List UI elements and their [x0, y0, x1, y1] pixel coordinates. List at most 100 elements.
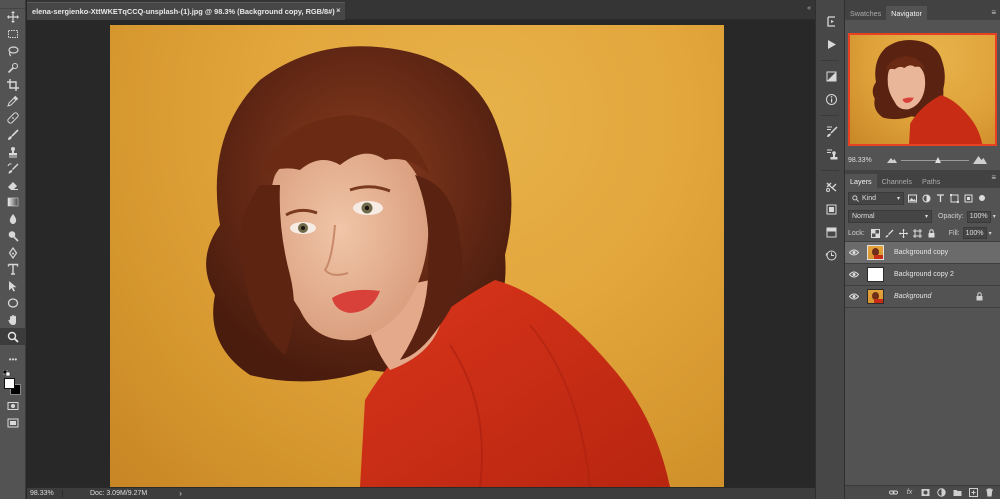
- eye-icon[interactable]: [845, 271, 863, 278]
- fill-field[interactable]: 100%: [962, 227, 987, 239]
- lock-transparent-pixels-button[interactable]: [869, 227, 883, 239]
- healing-tool[interactable]: [0, 110, 26, 127]
- default-colors-icon[interactable]: [3, 369, 11, 376]
- marquee-tool[interactable]: [0, 26, 26, 43]
- clone-stamp-tool[interactable]: [0, 143, 26, 160]
- clone-source-button[interactable]: [816, 143, 846, 166]
- zoom-in-mountain-icon[interactable]: [973, 155, 987, 164]
- blend-mode-select[interactable]: Normal ▾: [848, 210, 932, 223]
- tab-paths[interactable]: Paths: [917, 174, 945, 188]
- quick-mask-icon: [7, 402, 19, 411]
- adjustment-icon[interactable]: [937, 488, 946, 497]
- dodge-tool[interactable]: [0, 227, 26, 244]
- lock-artboard-button[interactable]: [911, 227, 925, 239]
- zoom-out-mountain-icon[interactable]: [887, 157, 897, 163]
- shape-tool[interactable]: [0, 295, 26, 312]
- history-brush-tool[interactable]: [0, 160, 26, 177]
- toolbar-grip[interactable]: [0, 0, 25, 9]
- mask-icon[interactable]: [921, 488, 930, 497]
- status-menu-arrow-icon[interactable]: ›: [179, 489, 182, 498]
- lock-image-pixels-button[interactable]: [883, 227, 897, 239]
- eye-icon[interactable]: [845, 249, 863, 256]
- type-icon: [937, 193, 944, 202]
- more-tools-icon: •••: [8, 354, 18, 364]
- layer-thumbnail[interactable]: [867, 289, 884, 304]
- tab-swatches[interactable]: Swatches: [845, 6, 886, 20]
- type-tool[interactable]: [0, 261, 26, 278]
- tab-channels[interactable]: Channels: [877, 174, 917, 188]
- hand-tool[interactable]: [0, 311, 26, 328]
- screen-mode-button[interactable]: [0, 415, 26, 432]
- layer-thumbnail[interactable]: [867, 245, 884, 260]
- filter-kind-select[interactable]: Kind ▾: [848, 191, 904, 205]
- history-panel-button[interactable]: [816, 10, 846, 33]
- filter-pixel-button[interactable]: [907, 193, 918, 204]
- blur-tool[interactable]: [0, 211, 26, 228]
- lock-label: Lock:: [848, 229, 865, 237]
- pen-tool[interactable]: [0, 244, 26, 261]
- navigator-menu-icon[interactable]: ≡: [991, 8, 996, 17]
- document-tab[interactable]: elena-sergienko-XttWKETqCCQ-unsplash-(1)…: [27, 2, 345, 20]
- navigator-slider-handle[interactable]: [935, 157, 942, 163]
- folder-icon[interactable]: [953, 488, 962, 497]
- quick-select-tool[interactable]: [0, 59, 26, 76]
- zoom-tool[interactable]: [0, 328, 26, 345]
- filter-toggle-switch[interactable]: [979, 195, 985, 201]
- quick-mask-button[interactable]: [0, 398, 26, 415]
- link-icon[interactable]: [889, 488, 898, 497]
- fill-dropdown-icon[interactable]: ▾: [989, 230, 992, 237]
- layer-row[interactable]: Background copy 2: [845, 264, 1000, 286]
- navigator-zoom-field[interactable]: 98.33%: [845, 157, 885, 164]
- artboard-icon: [913, 228, 923, 238]
- adjustments-panel-button[interactable]: [816, 65, 846, 88]
- navigator-zoom-slider[interactable]: [901, 157, 969, 163]
- layers-menu-icon[interactable]: ≡: [991, 173, 996, 182]
- collapse-panels-icon[interactable]: «: [807, 5, 811, 12]
- layer-name[interactable]: Background copy 2: [894, 271, 954, 278]
- zoom-level-field[interactable]: 98.33%: [27, 490, 63, 497]
- filter-adjustment-button[interactable]: [921, 193, 932, 204]
- eye-icon[interactable]: [845, 293, 863, 300]
- layer-row[interactable]: Background: [845, 286, 1000, 308]
- lock-icon[interactable]: [975, 292, 984, 301]
- eraser-tool[interactable]: [0, 177, 26, 194]
- tool-presets-button[interactable]: [816, 175, 846, 198]
- eyedropper-tool[interactable]: [0, 93, 26, 110]
- filter-shape-button[interactable]: [949, 193, 960, 204]
- gradient-tool[interactable]: [0, 194, 26, 211]
- filter-type-button[interactable]: [935, 193, 946, 204]
- layer-thumbnail[interactable]: [867, 267, 884, 282]
- path-select-tool[interactable]: [0, 278, 26, 295]
- close-icon[interactable]: ×: [336, 5, 341, 15]
- properties-panel-button[interactable]: [816, 198, 846, 221]
- brush-tool[interactable]: [0, 127, 26, 144]
- brush-settings-button[interactable]: [816, 120, 846, 143]
- lasso-tool[interactable]: [0, 43, 26, 60]
- layer-row[interactable]: Background copy: [845, 242, 1000, 264]
- opacity-dropdown-icon[interactable]: ▾: [993, 213, 996, 220]
- learn-panel-button[interactable]: [816, 244, 846, 267]
- info-panel-button[interactable]: [816, 88, 846, 111]
- color-swatches: [0, 368, 25, 398]
- edit-toolbar-button[interactable]: •••: [0, 351, 26, 368]
- foreground-color-swatch[interactable]: [4, 377, 15, 389]
- lock-position-button[interactable]: [897, 227, 911, 239]
- navigator-view-box[interactable]: [848, 33, 997, 146]
- navigator-preview[interactable]: [848, 33, 997, 146]
- trash-icon[interactable]: [985, 488, 994, 497]
- filter-smart-object-button[interactable]: [963, 193, 974, 204]
- lock-all-button[interactable]: [925, 227, 939, 239]
- layer-name[interactable]: Background copy: [894, 249, 948, 256]
- new-layer-icon[interactable]: [969, 488, 978, 497]
- move-tool[interactable]: [0, 9, 26, 26]
- document-image[interactable]: [110, 25, 724, 487]
- libraries-panel-button[interactable]: [816, 221, 846, 244]
- opacity-field[interactable]: 100%: [966, 210, 991, 223]
- fx-icon[interactable]: fx: [905, 488, 914, 497]
- canvas-area[interactable]: [27, 21, 815, 487]
- layer-name[interactable]: Background: [894, 293, 931, 300]
- actions-panel-button[interactable]: [816, 33, 846, 56]
- crop-tool[interactable]: [0, 76, 26, 93]
- tab-navigator[interactable]: Navigator: [886, 6, 927, 20]
- tab-layers[interactable]: Layers: [845, 174, 877, 188]
